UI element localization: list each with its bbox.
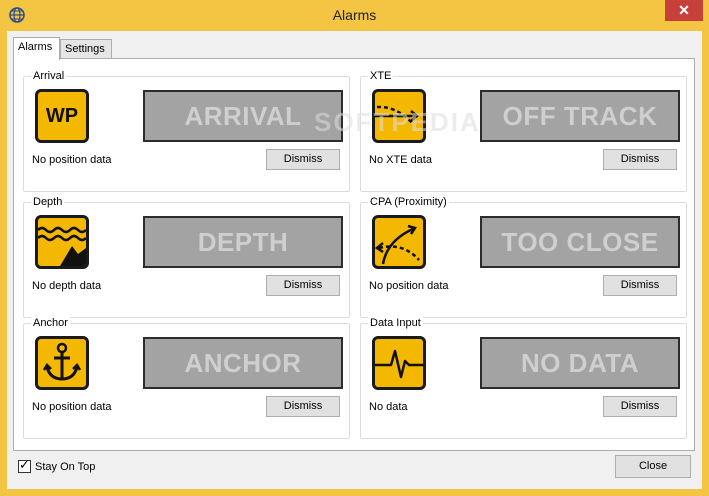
client-area: Alarms Settings Arrival WP ARRIVAL No po… — [7, 31, 702, 489]
xte-status: No XTE data — [369, 154, 432, 166]
off-track-icon — [372, 89, 426, 143]
depth-group: Depth DEPTH No depth data Dismiss — [23, 196, 350, 318]
anchor-display-text: ANCHOR — [184, 348, 302, 378]
depth-display: DEPTH — [143, 216, 343, 268]
cpa-dismiss-button[interactable]: Dismiss — [603, 275, 677, 296]
cpa-group: CPA (Proximity) TOO CLOSE No position da… — [360, 196, 687, 318]
depth-icon — [35, 215, 89, 269]
close-button[interactable]: Close — [615, 455, 691, 478]
anchor-group-label: Anchor — [31, 317, 70, 329]
window-close-button[interactable]: ✕ — [665, 0, 703, 21]
title-bar[interactable]: Alarms ✕ — [0, 0, 709, 31]
data-input-group: Data Input NO DATA No data Dismiss — [360, 317, 687, 439]
cpa-group-label: CPA (Proximity) — [368, 196, 449, 208]
tab-settings[interactable]: Settings — [60, 39, 112, 59]
data-input-status: No data — [369, 401, 408, 413]
data-input-display-text: NO DATA — [520, 348, 640, 378]
depth-dismiss-button[interactable]: Dismiss — [266, 275, 340, 296]
arrival-group-label: Arrival — [31, 70, 67, 82]
checkmark-icon: ✓ — [19, 457, 30, 472]
xte-dismiss-button[interactable]: Dismiss — [603, 149, 677, 170]
alarms-window: Alarms ✕ Alarms Settings Arrival WP ARRI… — [0, 0, 709, 496]
waypoint-icon-text: WP — [45, 105, 79, 127]
alarms-panel: Arrival WP ARRIVAL No position data Dism… — [13, 58, 695, 451]
arrival-group: Arrival WP ARRIVAL No position data Dism… — [23, 70, 350, 192]
window-title: Alarms — [332, 7, 377, 23]
anchor-icon — [35, 336, 89, 390]
depth-group-label: Depth — [31, 196, 65, 208]
cpa-display-text: TOO CLOSE — [501, 227, 659, 257]
data-input-display: NO DATA — [480, 337, 680, 389]
anchor-display: ANCHOR — [143, 337, 343, 389]
cpa-status: No position data — [369, 280, 449, 292]
depth-status: No depth data — [32, 280, 102, 292]
waypoint-icon: WP — [35, 89, 89, 143]
anchor-dismiss-button[interactable]: Dismiss — [266, 396, 340, 417]
arrival-dismiss-button[interactable]: Dismiss — [266, 149, 340, 170]
arrival-display-text: ARRIVAL — [184, 101, 302, 131]
data-input-dismiss-button[interactable]: Dismiss — [603, 396, 677, 417]
depth-display-text: DEPTH — [197, 227, 289, 257]
stay-on-top-control[interactable]: ✓ Stay On Top — [18, 457, 96, 473]
data-input-group-label: Data Input — [368, 317, 423, 329]
anchor-group: Anchor ANCHOR No position data Dismiss — [23, 317, 350, 439]
stay-on-top-label: Stay On Top — [35, 460, 96, 473]
xte-group-label: XTE — [368, 70, 394, 82]
signal-pulse-icon — [372, 336, 426, 390]
arrival-display: ARRIVAL — [143, 90, 343, 142]
anchor-status: No position data — [32, 401, 112, 413]
xte-display-text: OFF TRACK — [502, 101, 658, 131]
tab-alarms[interactable]: Alarms — [13, 37, 60, 60]
xte-display: OFF TRACK — [480, 90, 680, 142]
cpa-display: TOO CLOSE — [480, 216, 680, 268]
arrival-status: No position data — [32, 154, 112, 166]
proximity-icon — [372, 215, 426, 269]
xte-group: XTE OFF TRACK No XTE data Dismiss — [360, 70, 687, 192]
stay-on-top-checkbox[interactable]: ✓ — [18, 457, 31, 473]
